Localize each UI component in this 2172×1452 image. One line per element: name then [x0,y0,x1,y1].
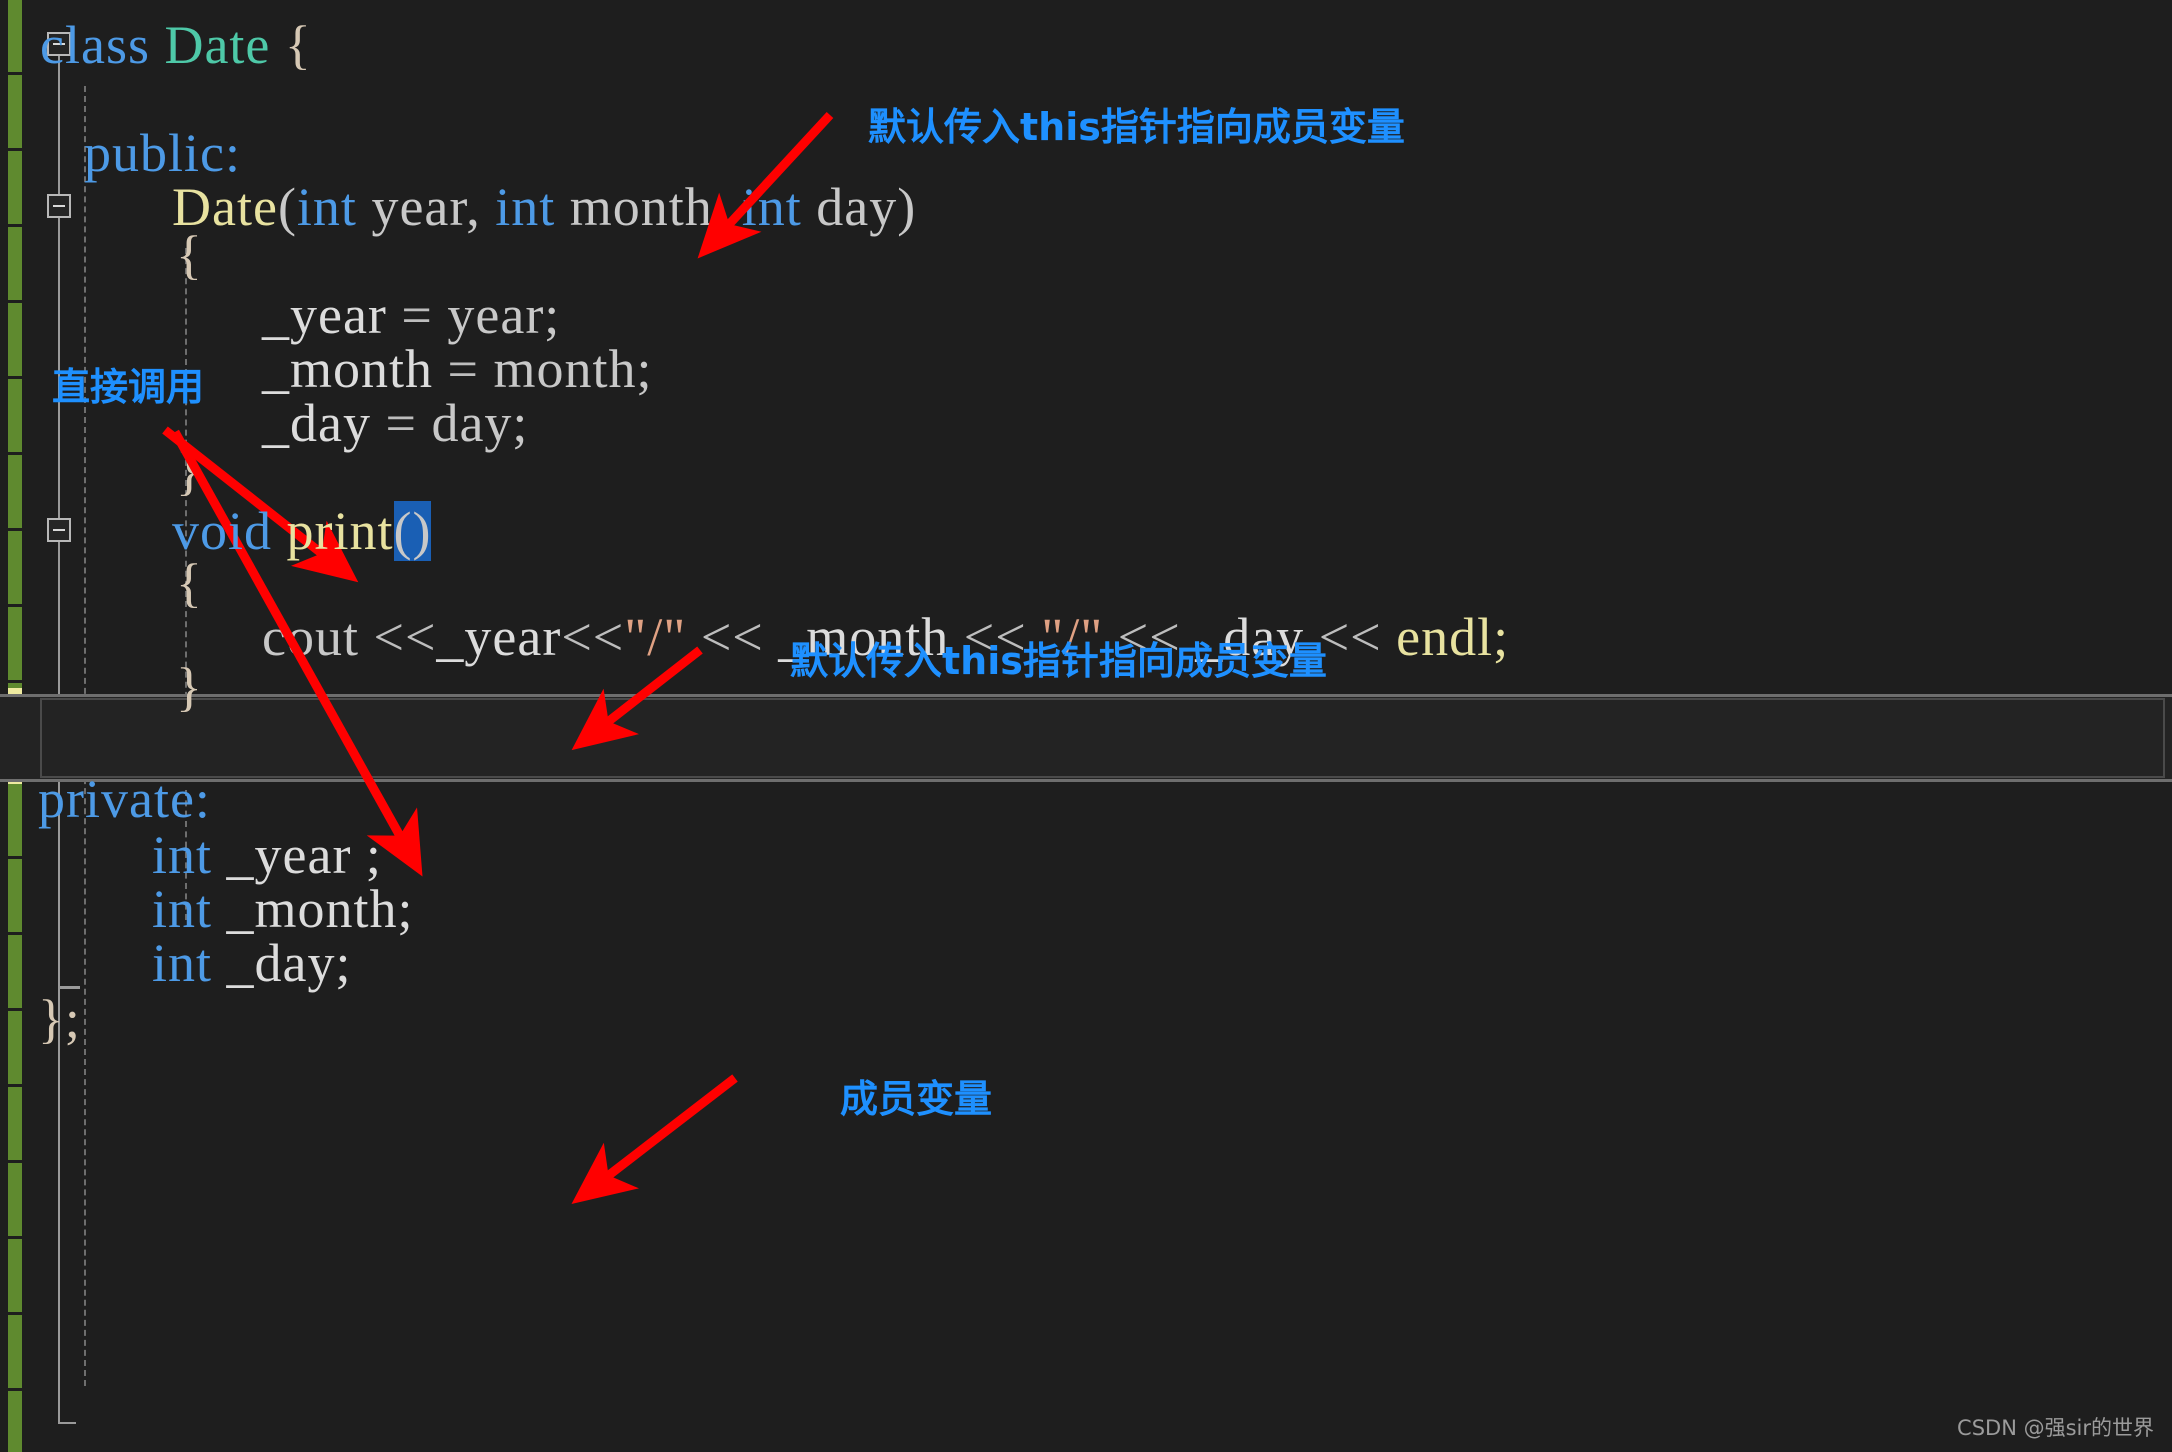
code-line-assign-day[interactable]: _day = day; [262,396,528,450]
param-month: month, [569,177,728,237]
paren-close: ) [897,177,917,237]
type-name-date: Date [164,15,271,75]
code-line-member-day[interactable]: int _day; [152,936,352,990]
code-line-constructor-signature[interactable]: Date(int year, int month, int day) [172,180,916,234]
keyword-public: public: [84,123,241,183]
keyword-private: private: [38,769,211,829]
annotation-this-pointer-ctor: 默认传入this指针指向成员变量 [868,105,1405,149]
brace-open-class: { [284,15,312,75]
keyword-void: void [172,501,273,561]
brace-open-constructor: { [176,225,203,285]
brace-open-print: { [176,553,203,613]
code-line-print-signature[interactable]: void print() [172,501,432,561]
selected-parens[interactable]: () [393,501,432,561]
endl-manipulator: endl; [1396,607,1510,667]
keyword-int-1: int [296,177,357,237]
arg-year: year; [447,285,561,345]
keyword-int-member-2: int [152,879,213,939]
code-line-print-open-brace[interactable]: { [176,556,203,610]
cout-member-year: _year [436,607,562,667]
assign-operator-1: = [401,285,433,345]
member-decl-month: _month; [226,879,414,939]
brace-close-class: }; [38,989,81,1049]
keyword-int-member-3: int [152,933,213,993]
code-line-private[interactable]: private: [38,772,211,826]
keyword-int-member-1: int [152,825,213,885]
arg-day: day; [431,393,529,453]
code-line-member-year[interactable]: int _year ; [152,828,382,882]
member-decl-day: _day; [226,933,352,993]
cout-stream: cout [262,607,359,667]
annotation-this-pointer-print: 默认传入this指针指向成员变量 [790,639,1327,683]
member-month: _month [262,339,434,399]
arg-month: month; [493,339,653,399]
assign-operator-3: = [385,393,417,453]
code-editor-screenshot: class Date { public: Date(int year, int … [0,0,2172,1452]
param-day: day [816,177,898,237]
code-line-class-close[interactable]: }; [38,992,81,1046]
code-line-assign-month[interactable]: _month = month; [262,342,653,396]
member-year: _year [262,285,387,345]
code-line-class-date[interactable]: class Date { [40,18,312,72]
assign-operator-2: = [447,339,479,399]
paren-open: ( [277,177,297,237]
shift-operator-1: << [373,607,437,667]
brace-close-print: } [176,657,203,717]
brace-close-constructor: } [176,441,203,501]
code-text-layer[interactable]: class Date { public: Date(int year, int … [0,0,2172,1452]
member-day: _day [262,393,371,453]
function-name-print: print [286,501,394,561]
keyword-class: class [40,15,150,75]
shift-operator-3: << [700,607,764,667]
code-line-print-close-brace[interactable]: } [176,660,203,714]
string-slash-1: "/" [624,607,687,667]
code-line-constructor-open-brace[interactable]: { [176,228,203,282]
shift-operator-2: << [561,607,625,667]
code-line-constructor-close-brace[interactable]: } [176,444,203,498]
code-line-member-month[interactable]: int _month; [152,882,414,936]
shift-operator-6: << [1318,607,1382,667]
member-decl-year: _year ; [226,825,382,885]
param-year: year, [371,177,481,237]
annotation-direct-call: 直接调用 [52,365,205,409]
code-line-public[interactable]: public: [84,126,241,180]
code-line-assign-year[interactable]: _year = year; [262,288,560,342]
keyword-int-3: int [741,177,802,237]
csdn-watermark: CSDN @强sir的世界 [1957,1416,2154,1440]
annotation-member-variables: 成员变量 [840,1077,993,1121]
keyword-int-2: int [495,177,556,237]
